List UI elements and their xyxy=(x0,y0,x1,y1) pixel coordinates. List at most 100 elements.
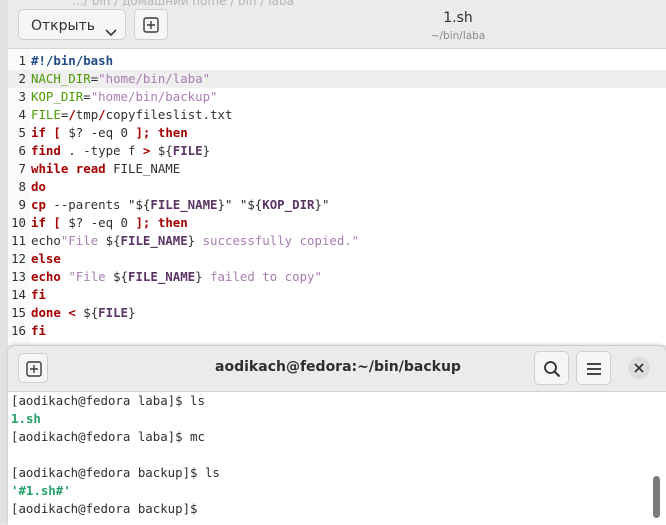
code-line[interactable]: 10 if [ $? -eq 0 ]; then xyxy=(8,214,666,232)
code-token: NACH_DIR xyxy=(31,71,91,86)
code-line[interactable]: 3 KOP_DIR="home/bin/backup" xyxy=(8,88,666,106)
line-number: 15 xyxy=(11,305,26,320)
code-text: while read FILE_NAME xyxy=(31,160,180,178)
line-number: 3 xyxy=(18,89,26,104)
code-token: failed to copy" xyxy=(202,269,322,284)
code-token: }" "${ xyxy=(217,197,263,212)
code-text: echo"File ${FILE_NAME} successfully copi… xyxy=(31,232,359,250)
code-text: fi xyxy=(31,286,46,304)
code-line[interactable]: 5 if [ $? -eq 0 ]; then xyxy=(8,124,666,142)
code-text: else xyxy=(31,250,61,268)
new-document-button[interactable] xyxy=(134,9,168,40)
code-text: KOP_DIR="home/bin/backup" xyxy=(31,88,218,106)
code-line[interactable]: 8 do xyxy=(8,178,666,196)
code-line[interactable]: 2 NACH_DIR="home/bin/laba" xyxy=(8,70,666,88)
code-line[interactable]: 4 FILE=/tmp/copyfileslist.txt xyxy=(8,106,666,124)
code-text: echo "File ${FILE_NAME} failed to copy" xyxy=(31,268,322,286)
code-line[interactable]: 11 echo"File ${FILE_NAME} successfully co… xyxy=(8,232,666,250)
code-token: done xyxy=(31,305,61,320)
code-token: read xyxy=(75,161,106,176)
code-line[interactable]: 9 cp --parents "${FILE_NAME}" "${KOP_DIR}… xyxy=(8,196,666,214)
line-number: 11 xyxy=(11,233,26,248)
line-number: 2 xyxy=(18,71,26,86)
document-path: ~/bin/laba xyxy=(430,30,486,42)
code-token: fi xyxy=(31,323,46,338)
code-line[interactable]: 12 else xyxy=(8,250,666,268)
terminal-output[interactable]: [aodikach@fedora laba]$ ls 1.sh [aodikac… xyxy=(8,392,666,525)
code-token: $? -eq 0 xyxy=(60,125,136,140)
code-token: find xyxy=(31,143,61,158)
line-number: 9 xyxy=(18,197,26,212)
line-number: 14 xyxy=(11,287,26,302)
line-number: 8 xyxy=(18,179,26,194)
terminal-window: aodikach@fedora:~/bin/backup [aodikach@f… xyxy=(8,345,666,525)
line-number: 7 xyxy=(18,161,26,176)
code-token: FILE_NAME xyxy=(150,197,218,212)
open-file-button[interactable]: Открыть xyxy=(18,9,126,40)
code-line[interactable]: 14 fi xyxy=(8,286,666,304)
code-line[interactable]: 13 echo "File ${FILE_NAME} failed to copy… xyxy=(8,268,666,286)
code-text: if [ $? -eq 0 ]; then xyxy=(31,214,188,232)
terminal-scrollbar[interactable] xyxy=(653,476,660,518)
code-token: }" xyxy=(314,197,330,212)
terminal-line: '#1.sh#' xyxy=(11,483,71,498)
code-text: FILE=/tmp/copyfileslist.txt xyxy=(31,106,232,124)
terminal-header-bar: aodikach@fedora:~/bin/backup xyxy=(8,346,666,392)
code-token: } xyxy=(128,305,136,320)
code-line[interactable]: 6 find . -type f > ${FILE} xyxy=(8,142,666,160)
code-text: cp --parents "${FILE_NAME}" "${KOP_DIR}" xyxy=(31,196,329,214)
code-token: FILE_NAME xyxy=(105,161,181,176)
code-token: successfully copied." xyxy=(195,233,360,248)
code-text: fi xyxy=(31,322,46,340)
code-line[interactable]: 7 while read FILE_NAME xyxy=(8,160,666,178)
terminal-line: [aodikach@fedora backup]$ ls xyxy=(11,465,220,480)
code-token: [ xyxy=(53,215,61,230)
code-token: ]; xyxy=(135,125,151,140)
code-token: FILE xyxy=(98,305,129,320)
new-tab-button[interactable] xyxy=(18,353,48,383)
code-token: if xyxy=(31,215,46,230)
code-text: if [ $? -eq 0 ]; then xyxy=(31,124,188,142)
code-line[interactable]: 16 fi xyxy=(8,322,666,340)
main-menu-button[interactable] xyxy=(576,351,611,385)
terminal-line: [aodikach@fedora laba]$ mc xyxy=(11,429,205,444)
code-token: ${ xyxy=(105,233,121,248)
new-document-icon xyxy=(143,17,159,33)
code-token: --parents "${ xyxy=(45,197,151,212)
line-number: 1 xyxy=(18,53,26,68)
chevron-down-icon[interactable] xyxy=(105,22,117,41)
code-area[interactable]: 1 #!/bin/bash 2 NACH_DIR="home/bin/laba" 3 KO… xyxy=(8,52,666,340)
code-token: FILE_NAME xyxy=(120,233,188,248)
code-token: then xyxy=(157,215,188,230)
background-window-title: …/ bin / домашний home / bin / laba xyxy=(72,0,294,8)
code-token: ${ xyxy=(150,143,173,158)
line-number: 13 xyxy=(11,269,26,284)
line-number: 5 xyxy=(18,125,26,140)
line-number: 6 xyxy=(18,143,26,158)
code-token: "home/bin/backup" xyxy=(90,89,218,104)
code-token: "File xyxy=(60,233,106,248)
code-token: copyfileslist.txt xyxy=(105,107,233,122)
editor-header-bar: …/ bin / домашний home / bin / laba Откр… xyxy=(8,0,666,49)
close-window-button[interactable] xyxy=(628,357,650,379)
code-token: else xyxy=(31,251,61,266)
code-token: FILE xyxy=(172,143,203,158)
code-line[interactable]: 15 done < ${FILE} xyxy=(8,304,666,322)
code-token: #!/bin/bash xyxy=(31,53,114,68)
open-file-label: Открыть xyxy=(31,18,95,34)
code-token: } xyxy=(202,143,211,158)
code-token: = xyxy=(83,89,91,104)
search-button[interactable] xyxy=(534,351,569,385)
hamburger-menu-icon xyxy=(587,363,601,375)
code-token: tmp xyxy=(75,107,99,122)
code-token: [ xyxy=(53,125,61,140)
close-icon xyxy=(634,363,644,373)
code-text: #!/bin/bash xyxy=(31,52,113,70)
code-token: KOP_DIR xyxy=(31,89,84,104)
code-line[interactable]: 1 #!/bin/bash xyxy=(8,52,666,70)
line-number: 10 xyxy=(11,215,26,230)
code-token: while xyxy=(31,161,69,176)
code-token: / xyxy=(98,107,106,122)
